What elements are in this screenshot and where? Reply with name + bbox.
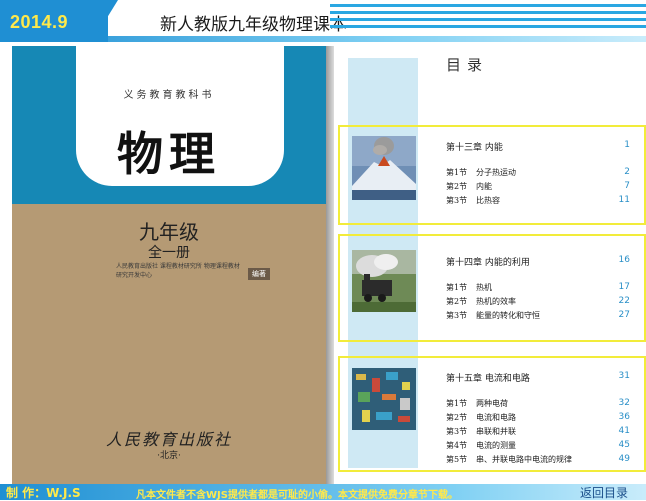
volcano-image xyxy=(352,136,416,200)
section-page: 36 xyxy=(618,412,630,422)
section-title[interactable]: 串、并联电路中电流的规律 xyxy=(476,454,572,465)
cover-series: 义务教育教科书 xyxy=(123,90,215,101)
header-date: 2014.9 xyxy=(10,12,69,32)
section-num: 第2节 xyxy=(446,182,468,191)
section-num: 第3节 xyxy=(446,311,468,320)
section-title[interactable]: 电流的测量 xyxy=(476,440,516,451)
section-page: 22 xyxy=(618,296,630,306)
section-title[interactable]: 分子热运动 xyxy=(476,167,516,178)
cover-editors: 人民教育出版社 课程教材研究所 物理课程教材研究开发中心 xyxy=(116,263,240,279)
toc-heading: 目录 xyxy=(446,56,489,74)
section-title[interactable]: 比热容 xyxy=(476,195,500,206)
section-page: 17 xyxy=(618,282,630,292)
cover-editor-tag: 编著 xyxy=(248,268,270,280)
section-page: 49 xyxy=(618,454,630,464)
chapter-title[interactable]: 第十三章 内能 xyxy=(446,140,503,153)
section-num: 第4节 xyxy=(446,441,468,450)
section-title[interactable]: 电流和电路 xyxy=(476,412,516,423)
section-page: 45 xyxy=(618,440,630,450)
cover-title: 物理 xyxy=(117,127,221,181)
header-stripe xyxy=(330,4,646,7)
section-title[interactable]: 两种电荷 xyxy=(476,398,508,409)
header-slant xyxy=(92,0,118,42)
section-num: 第2节 xyxy=(446,297,468,306)
cover-grade: 九年级 xyxy=(139,220,199,244)
cover-publisher: 人民教育出版社 xyxy=(105,430,232,449)
header-stripe xyxy=(330,18,646,21)
section-title[interactable]: 串联和并联 xyxy=(476,426,516,437)
section-page: 11 xyxy=(618,195,630,205)
section-title[interactable]: 热机的效率 xyxy=(476,296,516,307)
book-cover: 义务教育教科书 物理 九年级 全一册 人民教育出版社 课程教材研究所 物理课程教… xyxy=(12,46,326,488)
chapter-page: 31 xyxy=(618,371,630,381)
section-page: 27 xyxy=(618,310,630,320)
cover-spine-edge xyxy=(326,46,334,488)
header-stripe xyxy=(330,25,646,28)
section-page: 2 xyxy=(624,167,630,177)
section-num: 第3节 xyxy=(446,196,468,205)
section-page: 32 xyxy=(618,398,630,408)
chapter-page: 16 xyxy=(618,255,630,265)
section-num: 第2节 xyxy=(446,413,468,422)
chapter-page: 1 xyxy=(624,140,630,150)
page-title: 新人教版九年级物理课本 xyxy=(160,15,347,35)
section-page: 7 xyxy=(624,181,630,191)
chapter-title[interactable]: 第十五章 电流和电路 xyxy=(446,371,530,384)
header-stripe xyxy=(330,11,646,14)
section-num: 第3节 xyxy=(446,427,468,436)
chapter-title[interactable]: 第十四章 内能的利用 xyxy=(446,255,530,268)
footer-author: 制 作：W.J.S xyxy=(6,486,81,500)
cover-volume: 全一册 xyxy=(148,245,190,261)
section-num: 第1节 xyxy=(446,283,468,292)
section-num: 第5节 xyxy=(446,455,468,464)
section-title[interactable]: 热机 xyxy=(476,282,492,293)
steam-train-image xyxy=(352,250,416,312)
section-num: 第1节 xyxy=(446,399,468,408)
section-num: 第1节 xyxy=(446,168,468,177)
section-title[interactable]: 能量的转化和守恒 xyxy=(476,310,540,321)
section-page: 41 xyxy=(618,426,630,436)
back-to-toc-link[interactable]: 返回目录 xyxy=(580,484,628,501)
cover-city: ·北京· xyxy=(157,451,181,461)
circuit-board-image xyxy=(352,368,416,430)
footer-note: 凡本文件者不含WJS提供者都是可耻的小偷。本文提供免费分章节下载。 xyxy=(136,490,458,501)
section-title[interactable]: 内能 xyxy=(476,181,492,192)
